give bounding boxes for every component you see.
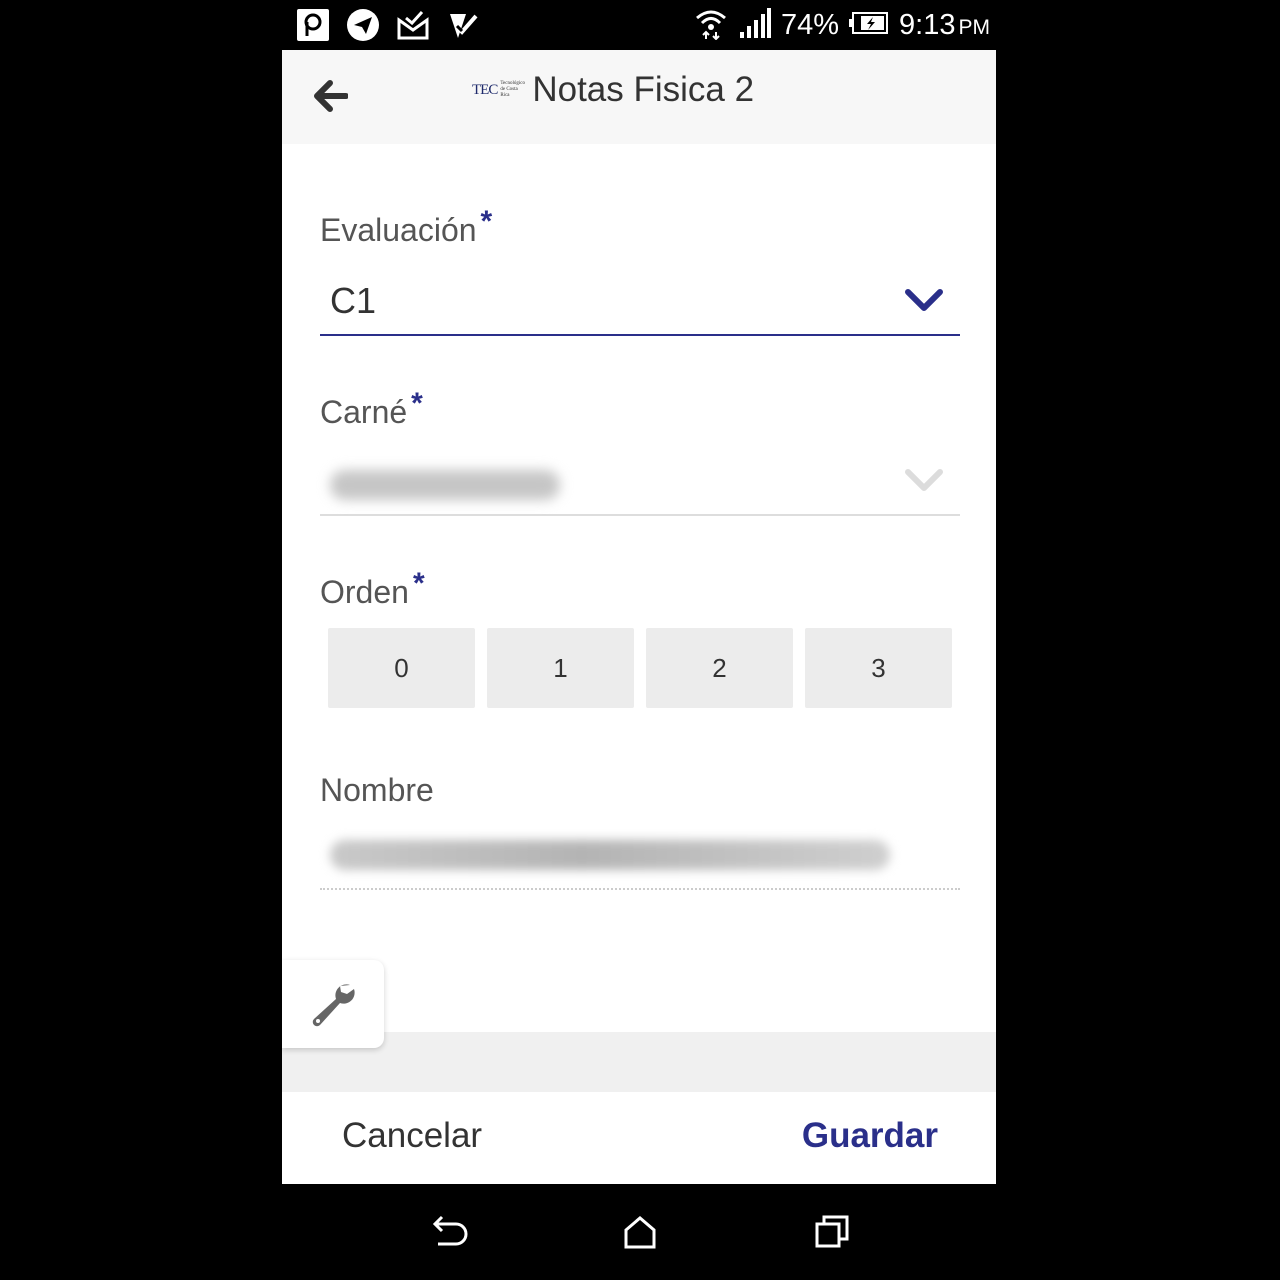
- arrow-left-icon: [314, 80, 348, 112]
- wifi-icon: [693, 6, 729, 45]
- status-indicators: 74% 9:13 PM: [693, 6, 990, 45]
- home-icon: [624, 1216, 656, 1249]
- orden-label: Orden *: [320, 567, 425, 610]
- evaluacion-value: C1: [330, 280, 377, 321]
- app-header: TEC Tecnológico de Costa Rica Notas Fisi…: [282, 50, 996, 144]
- orden-option-0[interactable]: 0: [328, 628, 475, 708]
- wrench-icon: [312, 984, 355, 1027]
- header-title-group: TEC Tecnológico de Costa Rica Notas Fisi…: [472, 70, 754, 110]
- nombre-label: Nombre: [320, 772, 434, 808]
- navigation-bar: [282, 1184, 996, 1280]
- back-button[interactable]: [310, 76, 350, 116]
- signal-icon: [739, 8, 771, 43]
- chevron-down-icon: [905, 289, 943, 311]
- required-marker: *: [480, 205, 493, 238]
- back-icon: [432, 1215, 468, 1246]
- orden-option-1[interactable]: 1: [487, 628, 634, 708]
- evaluacion-select[interactable]: C1: [320, 276, 960, 336]
- required-marker: *: [411, 387, 423, 420]
- save-button[interactable]: Guardar: [802, 1116, 938, 1156]
- notification-icons: [296, 8, 480, 42]
- tec-logo: TEC Tecnológico de Costa Rica: [472, 81, 525, 98]
- orden-option-2[interactable]: 2: [646, 628, 793, 708]
- battery-charging-icon: [849, 11, 889, 40]
- chevron-down-icon: [905, 469, 943, 491]
- battery-percent: 74%: [781, 9, 840, 41]
- clock: 9:13: [899, 9, 956, 41]
- tasks-icon: [446, 8, 480, 42]
- form-card: Evaluación * C1 Carné * Orden * 0 1 2 3 Nom…: [282, 144, 996, 1032]
- orden-option-3[interactable]: 3: [805, 628, 952, 708]
- nav-home-button[interactable]: [620, 1212, 660, 1252]
- footer-bar: Cancelar Guardar: [282, 1092, 996, 1184]
- orden-options: 0 1 2 3: [328, 628, 952, 708]
- pocket-icon: [296, 8, 330, 42]
- nombre-field[interactable]: [320, 828, 960, 890]
- required-marker: *: [412, 567, 425, 600]
- page-title: Notas Fisica 2: [532, 70, 755, 109]
- telegram-icon: [346, 8, 380, 42]
- cancel-button[interactable]: Cancelar: [342, 1116, 482, 1156]
- carne-select[interactable]: [320, 456, 960, 516]
- recents-icon: [815, 1215, 849, 1248]
- clock-ampm: PM: [958, 16, 991, 39]
- evaluacion-label: Evaluación *: [320, 205, 493, 248]
- nombre-value-redacted: [330, 840, 890, 870]
- carne-label: Carné *: [320, 387, 423, 430]
- mail-icon: [396, 8, 430, 42]
- app-screen: TEC Tecnológico de Costa Rica Notas Fisi…: [282, 50, 996, 1184]
- status-bar: 74% 9:13 PM: [282, 0, 996, 50]
- nav-recents-button[interactable]: [812, 1212, 852, 1252]
- nav-back-button[interactable]: [428, 1212, 468, 1252]
- carne-value-redacted: [330, 470, 560, 500]
- tools-button[interactable]: [282, 960, 384, 1048]
